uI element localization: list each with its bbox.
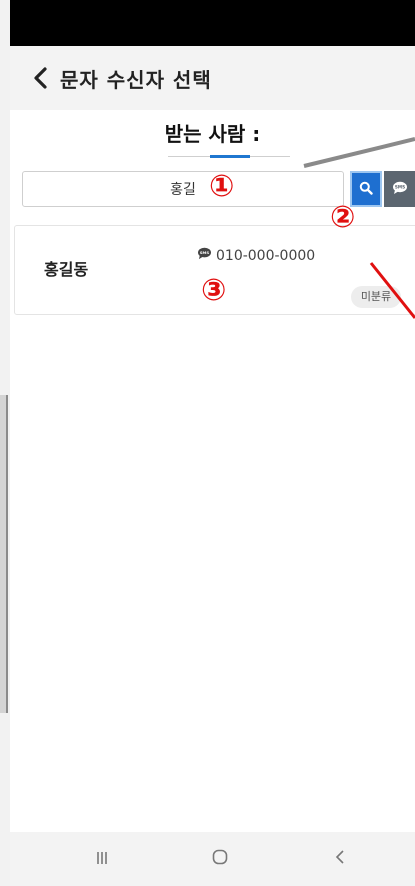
home-button[interactable] bbox=[190, 832, 250, 886]
system-nav-bar bbox=[10, 832, 415, 886]
back-button[interactable] bbox=[310, 832, 370, 886]
pointer-line-red bbox=[369, 262, 415, 319]
home-icon bbox=[212, 849, 228, 869]
recent-apps-button[interactable] bbox=[72, 832, 132, 886]
back-icon bbox=[335, 849, 345, 869]
pointer-line-gray bbox=[303, 137, 415, 168]
recent-apps-icon bbox=[95, 850, 109, 869]
annotation-lines bbox=[303, 137, 415, 319]
